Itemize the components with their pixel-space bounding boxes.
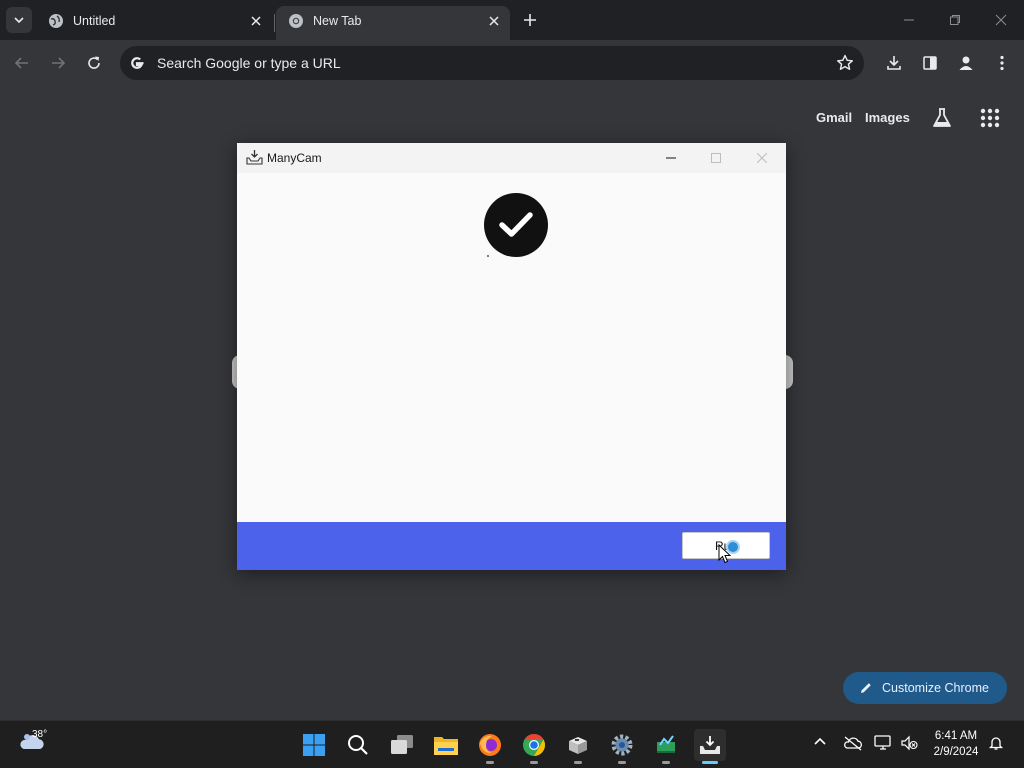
gmail-link[interactable]: Gmail	[816, 110, 852, 125]
reload-button[interactable]	[81, 50, 107, 76]
mouse-cursor-icon	[718, 544, 732, 564]
green-app-icon	[654, 733, 678, 757]
arrow-left-icon	[14, 55, 30, 71]
chrome-labs-flask-icon[interactable]	[930, 106, 954, 130]
close-window-button[interactable]	[989, 6, 1013, 34]
omnibox[interactable]: Search Google or type a URL	[120, 46, 864, 80]
taskbar-file-explorer[interactable]	[430, 729, 462, 761]
tab-new-tab[interactable]: New Tab	[276, 6, 510, 40]
taskbar-chrome[interactable]	[518, 729, 550, 764]
running-indicator	[574, 761, 582, 764]
installer-close-button[interactable]	[751, 147, 773, 169]
restore-icon	[949, 14, 961, 26]
taskbar-installer[interactable]	[694, 729, 726, 764]
installer-maximize-button[interactable]	[705, 147, 727, 169]
close-tab-icon[interactable]	[486, 13, 502, 29]
restore-button[interactable]	[943, 6, 967, 34]
installer-download-icon	[699, 734, 721, 756]
firefox-icon	[478, 733, 502, 757]
google-apps-grid-icon[interactable]	[978, 106, 1002, 130]
running-indicator	[618, 761, 626, 764]
task-view-icon	[390, 734, 414, 756]
success-checkmark-icon	[484, 193, 548, 257]
side-panel-icon	[922, 55, 938, 71]
tab-search-button[interactable]	[6, 7, 32, 33]
package-box-icon	[566, 733, 590, 757]
google-g-icon	[128, 54, 146, 72]
taskbar-search[interactable]	[342, 729, 374, 761]
search-icon	[347, 734, 369, 756]
network-icon[interactable]	[874, 735, 892, 751]
weather-temperature: 38°	[32, 729, 48, 740]
arrow-right-icon	[50, 55, 66, 71]
side-panel-button[interactable]	[917, 50, 943, 76]
reload-icon	[86, 55, 102, 71]
images-link[interactable]: Images	[865, 110, 910, 125]
taskbar-settings[interactable]	[606, 729, 638, 764]
minimize-icon	[903, 14, 915, 26]
pencil-icon	[859, 681, 873, 695]
windows-start-icon	[302, 733, 326, 757]
customize-chrome-label: Customize Chrome	[882, 681, 989, 695]
profile-button[interactable]	[953, 50, 979, 76]
profile-icon	[957, 54, 975, 72]
close-icon	[995, 14, 1007, 26]
close-icon	[757, 153, 767, 163]
installer-footer: Run	[237, 522, 786, 570]
running-indicator	[530, 761, 538, 764]
show-hidden-icons-chevron-up-icon[interactable]	[813, 735, 827, 749]
running-indicator	[486, 761, 494, 764]
tab-strip: Untitled New Tab	[0, 0, 1024, 40]
download-icon	[886, 55, 902, 71]
tab-separator	[274, 14, 275, 32]
minimize-button[interactable]	[897, 6, 921, 34]
chrome-icon	[522, 733, 546, 757]
customize-chrome-button[interactable]: Customize Chrome	[843, 672, 1007, 704]
active-indicator	[702, 761, 718, 764]
installer-title: ManyCam	[267, 151, 322, 165]
installer-download-icon	[246, 149, 263, 165]
taskbar-app-box[interactable]	[562, 729, 594, 764]
chrome-menu-button[interactable]	[989, 50, 1015, 76]
gear-icon	[610, 733, 634, 757]
system-clock[interactable]: 6:41 AM 2/9/2024	[922, 728, 990, 760]
folder-icon	[433, 734, 459, 756]
chrome-icon	[288, 13, 304, 29]
bookmark-star-icon[interactable]	[836, 54, 854, 72]
notification-bell-icon[interactable]	[988, 735, 1004, 751]
minimize-icon	[666, 153, 676, 163]
taskbar-firefox[interactable]	[474, 729, 506, 764]
tab-title: Untitled	[73, 14, 116, 28]
tab-title: New Tab	[313, 14, 362, 28]
maximize-icon	[711, 153, 721, 163]
toolbar: Search Google or type a URL	[0, 40, 1024, 86]
globe-icon	[48, 13, 64, 29]
kebab-menu-icon	[999, 55, 1005, 71]
taskbar-start[interactable]	[298, 729, 330, 761]
manycam-installer-window: ManyCam Run	[237, 143, 786, 570]
taskbar-task-view[interactable]	[386, 729, 418, 761]
taskbar: 38° 6:41 AM 2/9/2024	[0, 720, 1024, 768]
clock-date: 2/9/2024	[933, 746, 979, 758]
plus-icon	[523, 13, 537, 27]
volume-muted-icon[interactable]	[900, 735, 918, 751]
taskbar-app-green[interactable]	[650, 729, 682, 764]
clock-time: 6:41 AM	[934, 730, 978, 742]
installer-titlebar: ManyCam	[237, 143, 786, 173]
installer-minimize-button[interactable]	[660, 147, 682, 169]
new-tab-button[interactable]	[518, 8, 542, 32]
omnibox-placeholder: Search Google or type a URL	[157, 55, 341, 71]
close-tab-icon[interactable]	[248, 13, 264, 29]
onedrive-offline-icon[interactable]	[843, 735, 863, 751]
tab-untitled[interactable]: Untitled	[36, 6, 272, 40]
status-dot	[487, 255, 489, 257]
forward-button[interactable]	[45, 50, 71, 76]
downloads-button[interactable]	[881, 50, 907, 76]
back-button[interactable]	[9, 50, 35, 76]
chevron-down-icon	[13, 14, 25, 26]
running-indicator	[662, 761, 670, 764]
